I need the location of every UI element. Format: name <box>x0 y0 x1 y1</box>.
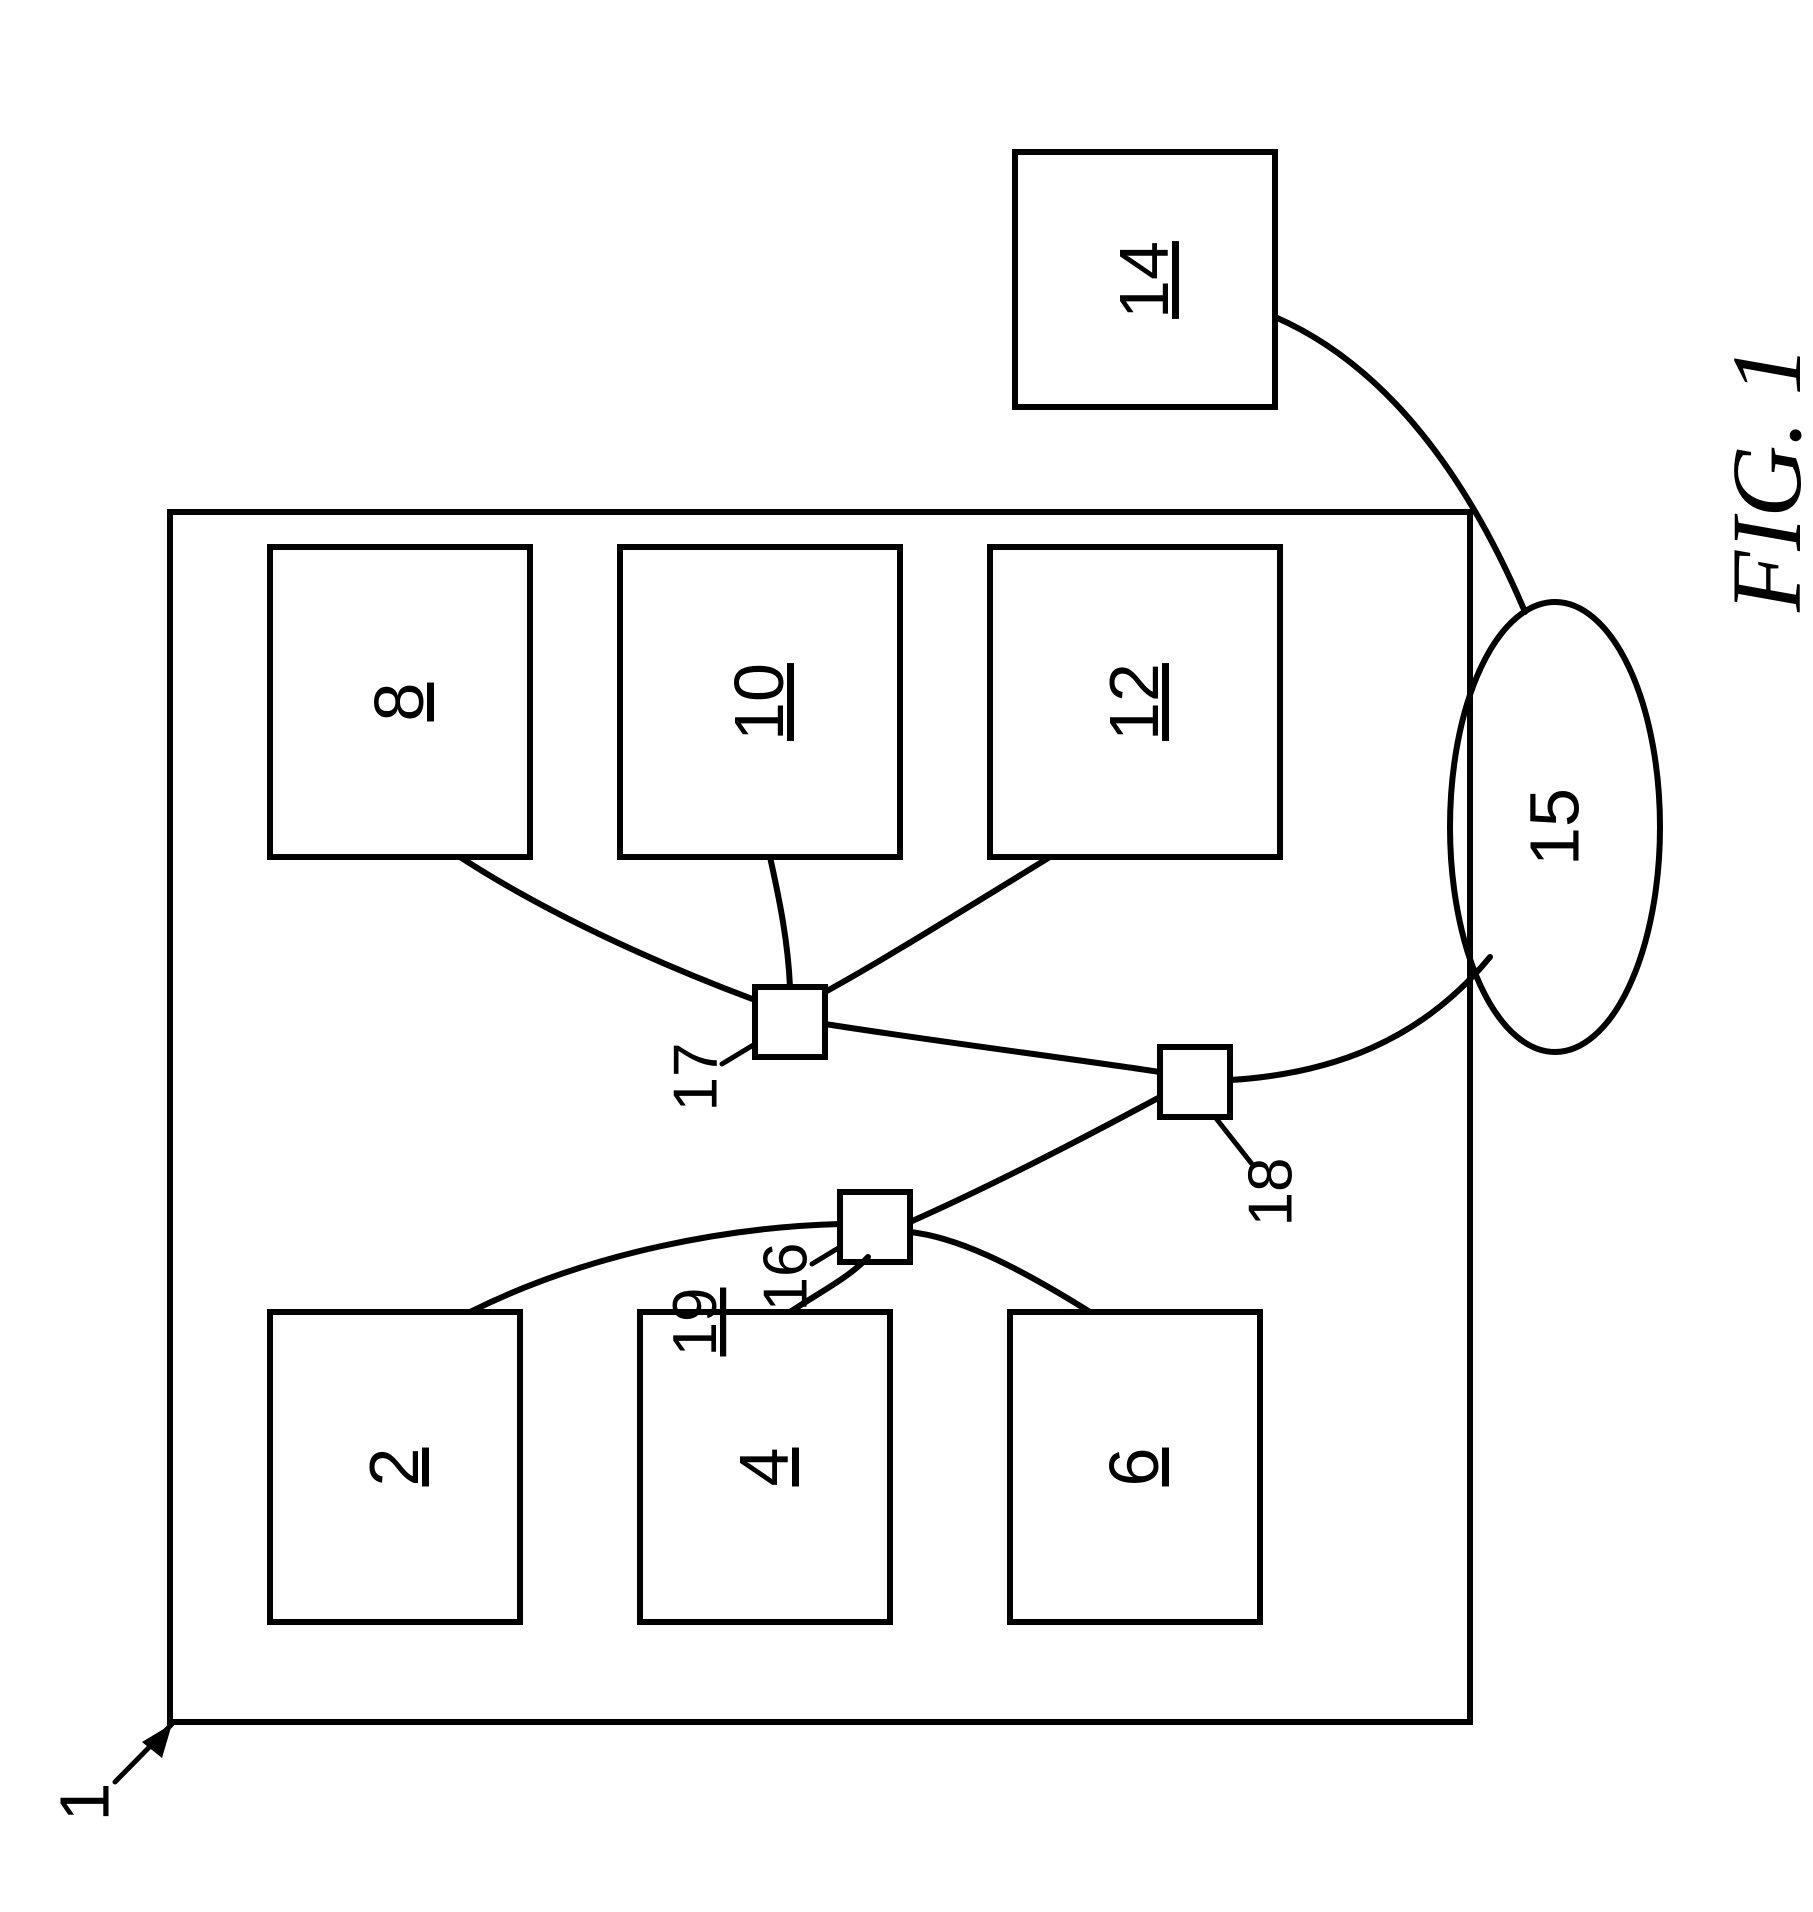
block-10-label: 10 <box>720 663 798 741</box>
conn-17-18 <box>825 1024 1160 1072</box>
hub-16 <box>840 1192 910 1262</box>
conn-6-16 <box>910 1232 1090 1312</box>
label-19: 19 <box>661 1288 730 1357</box>
label-17: 17 <box>661 1043 730 1112</box>
hub-18 <box>1160 1047 1230 1117</box>
label-1: 1 <box>45 1783 123 1822</box>
block-14-label: 14 <box>1105 241 1183 319</box>
block-12-label: 12 <box>1095 663 1173 741</box>
conn-10-17 <box>770 857 790 987</box>
figure-caption: FIG. 1 <box>1711 345 1813 613</box>
lead-18 <box>1215 1117 1252 1164</box>
figure-root: 1 19 2 4 6 8 10 12 16 17 18 <box>45 152 1813 1821</box>
block-4-label: 4 <box>725 1448 803 1487</box>
conn-16-18 <box>910 1097 1160 1222</box>
block-2-label: 2 <box>355 1448 433 1487</box>
hub-17 <box>755 987 825 1057</box>
block-8-label: 8 <box>360 683 438 722</box>
label-18: 18 <box>1236 1158 1305 1227</box>
ellipse-15-label: 15 <box>1515 788 1593 866</box>
conn-15-14 <box>1275 317 1525 612</box>
block-6-label: 6 <box>1095 1448 1173 1487</box>
conn-12-17 <box>825 857 1050 992</box>
conn-8-17 <box>460 857 755 1000</box>
conn-18-15 <box>1230 957 1490 1080</box>
